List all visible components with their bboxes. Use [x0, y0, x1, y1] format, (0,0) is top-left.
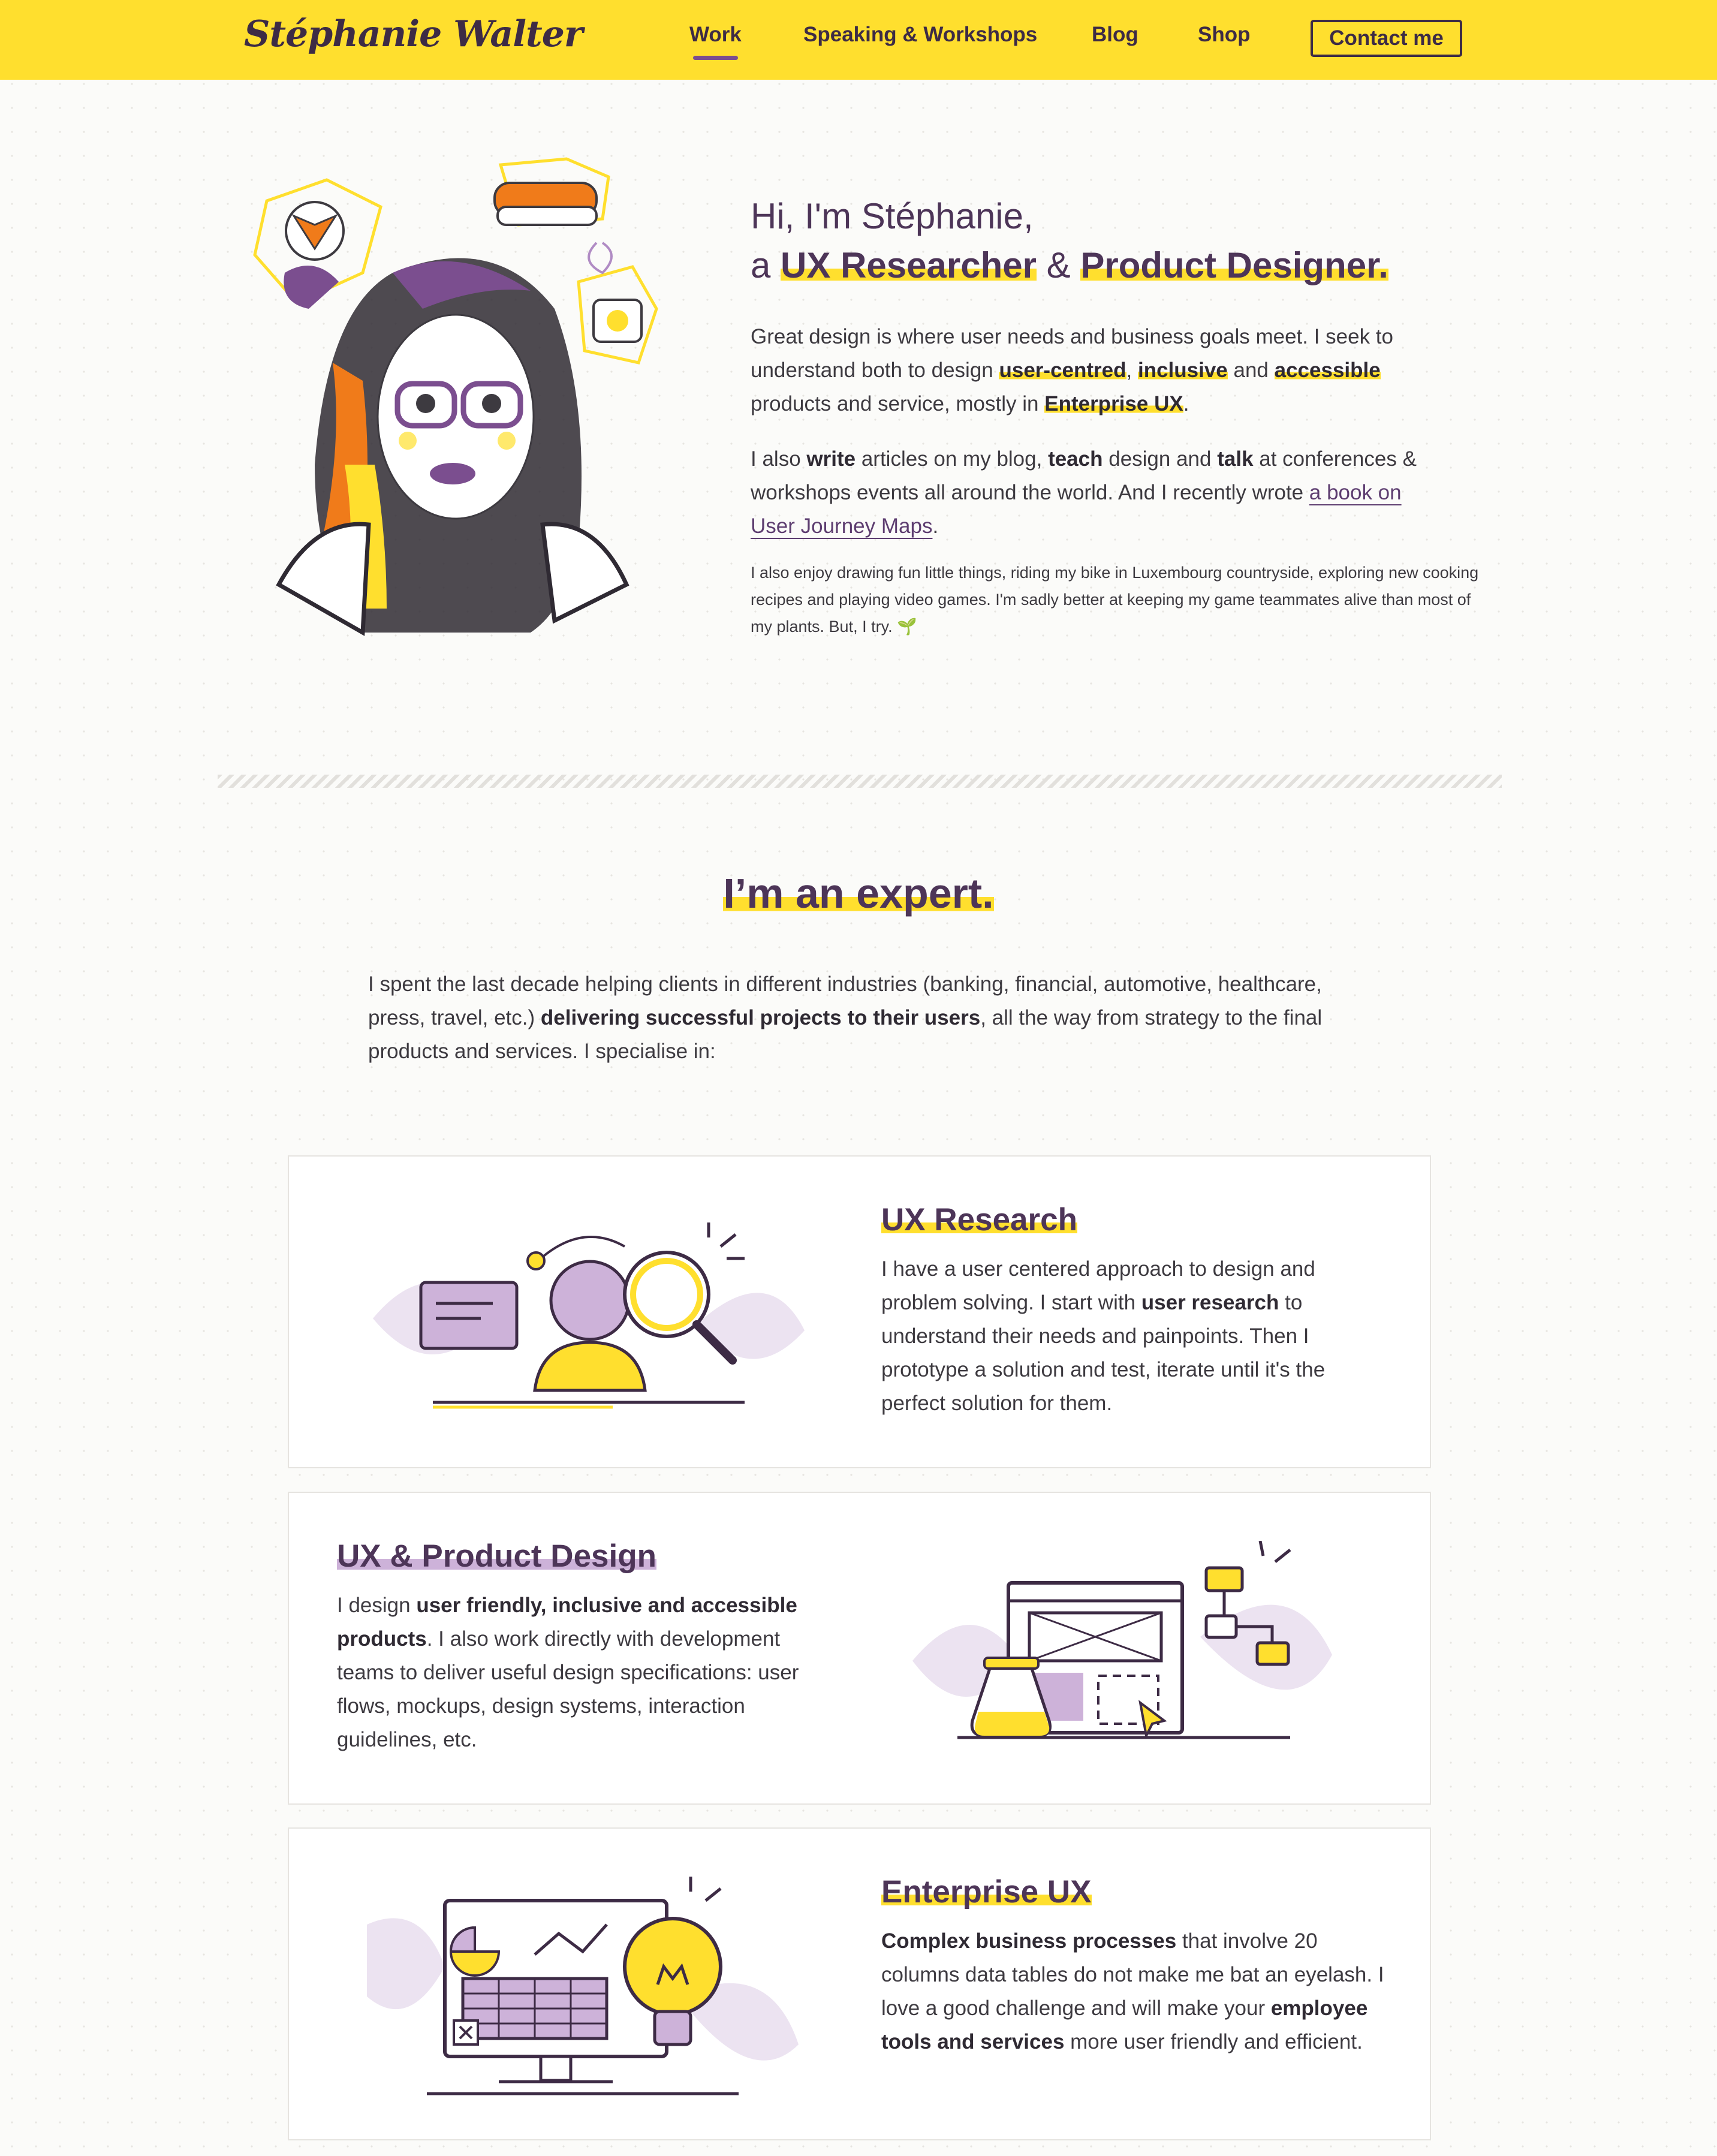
site-header: Stéphanie Walter Work Speaking & Worksho… — [0, 0, 1717, 80]
research-illustration — [373, 1222, 805, 1409]
expert-paragraph: I spent the last decade helping clients … — [368, 972, 1323, 1063]
card-title: UX & Product Design — [337, 1538, 657, 1574]
card-title: UX Research — [881, 1202, 1078, 1237]
site-logo[interactable]: Stéphanie Walter — [244, 13, 583, 55]
card-title: Enterprise UX — [881, 1874, 1092, 1910]
nav-speaking[interactable]: Speaking & Workshops — [803, 23, 1037, 47]
card-ux-research: UX Research I have a user centered appro… — [288, 1155, 1431, 1468]
role-designer: Product Designer. — [1080, 245, 1388, 285]
section-divider — [218, 775, 1502, 788]
role-researcher: UX Researcher — [781, 245, 1037, 285]
intro-paragraph-1: Great design is where user needs and bus… — [751, 325, 1393, 415]
design-illustration — [912, 1541, 1332, 1740]
card-ux-product-design: UX & Product Design I design user friend… — [288, 1492, 1431, 1805]
intro-title: Hi, I'm Stéphanie, a UX Researcher & Pro… — [751, 192, 1500, 290]
intro-paragraph-2: I also write articles on my blog, teach … — [751, 447, 1417, 538]
intro-paragraph-3: I also enjoy drawing fun little things, … — [751, 564, 1479, 636]
card-body: I design user friendly, inclusive and ac… — [337, 1594, 799, 1751]
card-enterprise-ux: Enterprise UX Complex business processes… — [288, 1827, 1431, 2140]
nav-work[interactable]: Work — [689, 23, 742, 60]
portrait-illustration — [253, 157, 658, 636]
nav-shop[interactable]: Shop — [1198, 23, 1250, 47]
enterprise-illustration — [367, 1877, 799, 2095]
expert-title: I’m an expert. — [723, 870, 994, 917]
intro-roles: a UX Researcher & Product Designer. — [751, 245, 1388, 285]
nav-blog[interactable]: Blog — [1092, 23, 1138, 47]
intro-greeting: Hi, I'm Stéphanie, — [751, 196, 1034, 236]
contact-button[interactable]: Contact me — [1311, 20, 1462, 57]
card-body: Complex business processes that involve … — [881, 1929, 1384, 2053]
card-body: I have a user centered approach to desig… — [881, 1257, 1326, 1415]
